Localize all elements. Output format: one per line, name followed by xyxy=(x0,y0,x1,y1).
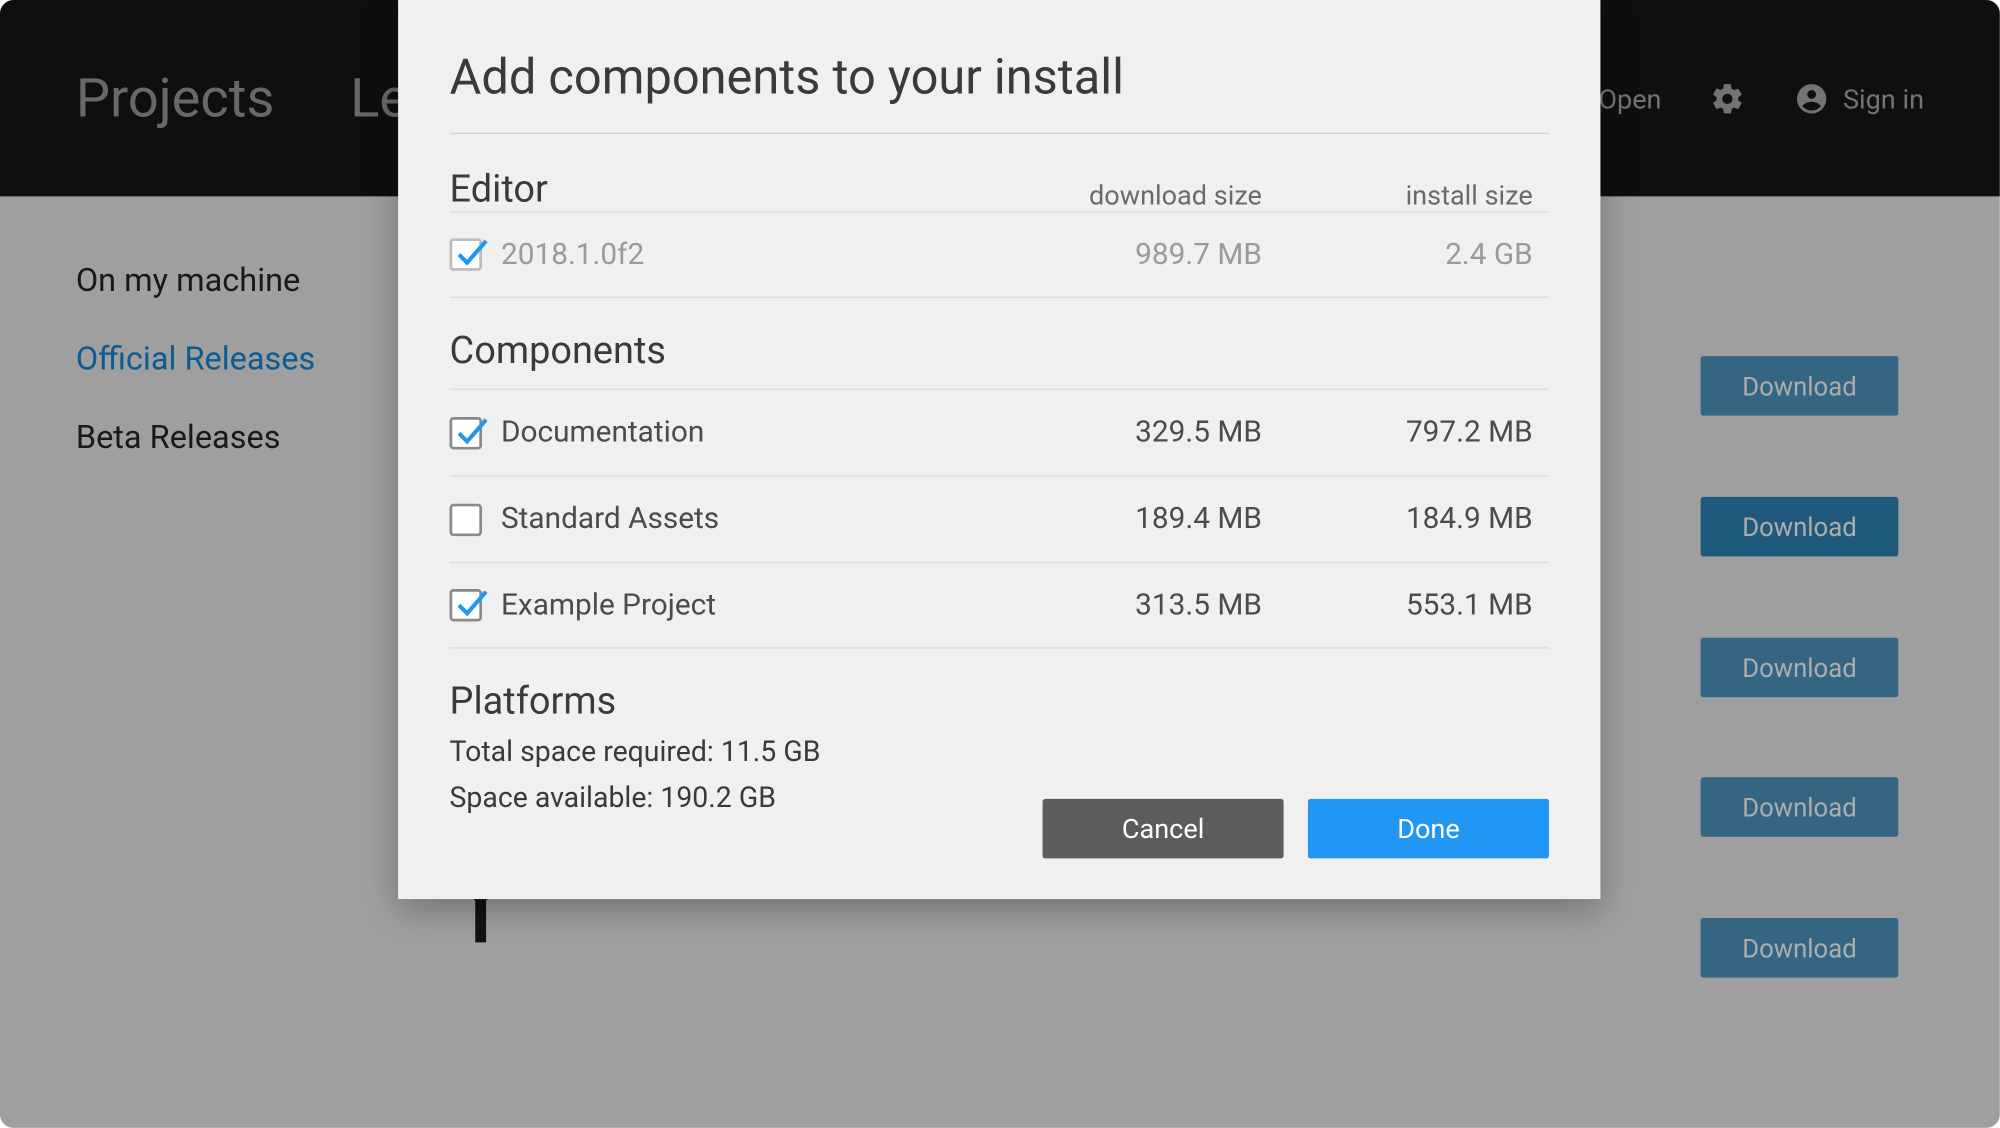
component-label: Documentation xyxy=(501,416,1018,450)
editor-download-size: 989.7 MB xyxy=(1018,238,1262,272)
modal-title: Add components to your install xyxy=(450,49,1549,106)
checkbox-documentation[interactable] xyxy=(450,416,482,448)
checkmark-icon xyxy=(455,415,487,447)
checkbox-standard-assets[interactable] xyxy=(450,503,482,535)
section-title-platforms: Platforms xyxy=(450,678,1549,723)
column-header-download-size: download size xyxy=(1018,179,1262,211)
component-row[interactable]: Standard Assets 189.4 MB 184.9 MB xyxy=(450,475,1549,562)
checkmark-icon xyxy=(455,588,487,620)
component-row[interactable]: Documentation 329.5 MB 797.2 MB xyxy=(450,389,1549,476)
component-label: Example Project xyxy=(501,588,1018,622)
editor-version-label: 2018.1.0f2 xyxy=(501,238,1018,272)
cancel-button[interactable]: Cancel xyxy=(1043,799,1284,859)
section-title-editor: Editor xyxy=(450,167,1019,212)
total-space-required: Total space required: 11.5 GB xyxy=(450,737,1549,769)
editor-install-size: 2.4 GB xyxy=(1289,238,1533,272)
add-components-modal: Add components to your install Editor do… xyxy=(398,0,1600,899)
checkbox-example-project[interactable] xyxy=(450,589,482,621)
component-install-size: 184.9 MB xyxy=(1289,502,1533,536)
component-install-size: 553.1 MB xyxy=(1289,588,1533,622)
section-title-components: Components xyxy=(450,328,1549,373)
checkmark-icon xyxy=(455,237,487,269)
done-button[interactable]: Done xyxy=(1308,799,1549,859)
component-download-size: 189.4 MB xyxy=(1018,502,1262,536)
checkbox-editor xyxy=(450,238,482,270)
component-row[interactable]: Example Project 313.5 MB 553.1 MB xyxy=(450,562,1549,649)
component-install-size: 797.2 MB xyxy=(1289,416,1533,450)
component-download-size: 329.5 MB xyxy=(1018,416,1262,450)
column-header-install-size: install size xyxy=(1289,179,1533,211)
component-label: Standard Assets xyxy=(501,502,1018,536)
component-download-size: 313.5 MB xyxy=(1018,588,1262,622)
editor-row: 2018.1.0f2 989.7 MB 2.4 GB xyxy=(450,211,1549,298)
